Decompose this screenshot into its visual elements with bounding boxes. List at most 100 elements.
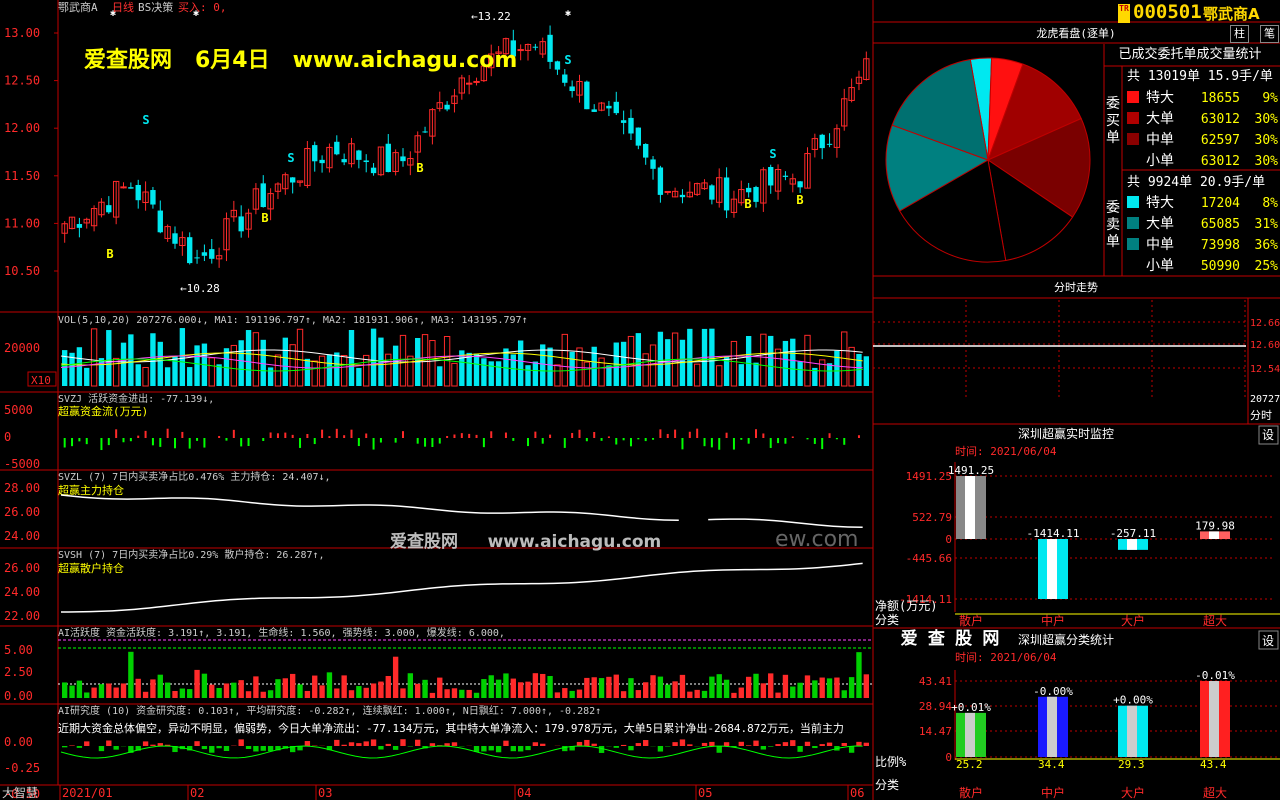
ai-bar	[231, 682, 237, 698]
research-line	[60, 745, 863, 759]
stock-name: 鄂武商A	[1203, 5, 1260, 23]
vol-bar-down	[488, 361, 494, 386]
x-axis-label: 06	[850, 786, 864, 800]
sell-summary: 共 9924单 20.9手/单	[1127, 175, 1265, 190]
high-label: ←13.22	[471, 10, 511, 23]
ai-bar	[841, 690, 847, 698]
vol-bar-down	[569, 351, 575, 386]
buy-summary: 共 13019单 15.9手/单	[1127, 69, 1273, 84]
intraday-title: 分时走势	[1054, 281, 1098, 294]
airesearch-tick-label: -0.25	[4, 761, 40, 775]
ai-bar	[194, 669, 200, 698]
buy-row-pct: 30%	[1255, 133, 1279, 148]
ai-bar	[576, 689, 583, 698]
research-bar	[98, 746, 105, 752]
vol-bar-down	[790, 338, 796, 386]
period-label[interactable]: 日线	[112, 0, 134, 15]
candle-down	[657, 167, 664, 195]
research-bar	[679, 739, 686, 746]
vol-bar-up	[642, 353, 649, 387]
vol-bar-down	[164, 367, 171, 386]
btn-column[interactable]: 柱	[1230, 25, 1249, 43]
ai-bar	[209, 684, 215, 698]
candle-down	[745, 187, 752, 193]
sell-marker: S	[564, 53, 571, 67]
ai-bar	[620, 691, 627, 698]
ai-bar	[863, 674, 869, 698]
ai-bar	[745, 676, 752, 698]
ai-bar	[547, 676, 553, 698]
stats-bar-highlight	[1127, 705, 1137, 757]
ai-bar	[562, 688, 568, 698]
ai-bar	[694, 689, 700, 698]
research-bar	[304, 741, 311, 746]
research-bar	[348, 742, 355, 746]
research-bar	[768, 746, 774, 747]
ai-bar	[687, 691, 693, 698]
ai-tick-label: 5.00	[4, 643, 33, 657]
vol-bar-down	[481, 358, 487, 386]
candle-down	[385, 143, 391, 173]
ai-bar	[731, 692, 737, 698]
vol-bar-up	[318, 355, 326, 387]
ai-bar	[812, 680, 818, 698]
sell-row-pct: 36%	[1255, 238, 1279, 253]
ai-bar	[613, 674, 619, 698]
research-bar	[84, 741, 90, 746]
ai-bar	[164, 682, 171, 698]
candle-down	[643, 143, 649, 158]
monitor-bar-highlight	[1209, 531, 1219, 539]
ai-bar	[172, 690, 178, 698]
candle-down	[201, 252, 208, 256]
research-bar	[826, 742, 833, 746]
vol-bar-down	[466, 352, 472, 386]
vol-bar-up	[716, 365, 723, 387]
vol-bar-up	[385, 353, 392, 387]
research-bar	[356, 743, 362, 746]
airesearch-title: AI研究度 (10) 资金研究度: 0.103↑, 平均研究度: -0.282↑…	[58, 704, 601, 717]
vol-bar-down	[179, 328, 186, 386]
monitor-bar-highlight	[1127, 539, 1137, 550]
research-bar	[775, 744, 781, 746]
candle-down	[723, 177, 730, 211]
ai-bar	[400, 688, 406, 698]
stats-value-label: 43.4	[1200, 758, 1227, 771]
sell-swatch	[1127, 217, 1139, 229]
research-bar	[503, 740, 509, 746]
stock-code[interactable]: 000501	[1133, 1, 1202, 23]
ai-bar	[267, 690, 274, 698]
ai-bar	[709, 676, 715, 698]
research-bar	[444, 743, 450, 746]
research-bar	[392, 746, 399, 750]
vol-bar-down	[510, 354, 516, 386]
sell-row-name: 中单	[1146, 237, 1174, 253]
svzj-tick-label: 5000	[4, 403, 33, 417]
stats-change-label: -0.01%	[1195, 669, 1235, 682]
ai-bar	[275, 679, 281, 698]
ai-bar	[348, 690, 355, 698]
ai-bar	[554, 692, 561, 698]
candle-down	[422, 131, 428, 133]
stats-change-label: +0.00%	[1113, 694, 1153, 707]
monitor-category: 大户	[1121, 613, 1145, 628]
research-bar	[716, 746, 722, 753]
svsh-line	[60, 562, 863, 613]
ai-bar	[466, 689, 472, 698]
research-bar	[841, 742, 847, 746]
vol-bar-down	[753, 362, 759, 386]
ai-bar	[804, 675, 811, 698]
vol-bar-down	[98, 358, 105, 386]
stats-tick-label: 43.41	[919, 675, 952, 688]
candle-down	[635, 127, 642, 146]
vol-bar-down	[194, 345, 200, 386]
ai-bar	[120, 683, 127, 698]
candle-down	[135, 184, 141, 201]
research-bar	[150, 744, 156, 746]
btn-tick[interactable]: 笔	[1260, 25, 1279, 43]
research-bar	[378, 746, 384, 750]
research-bar	[753, 740, 759, 746]
vol-bar-up	[90, 328, 98, 387]
research-bar	[672, 742, 678, 746]
stats-tick-label: 0	[945, 751, 952, 764]
ai-bar	[62, 682, 68, 698]
